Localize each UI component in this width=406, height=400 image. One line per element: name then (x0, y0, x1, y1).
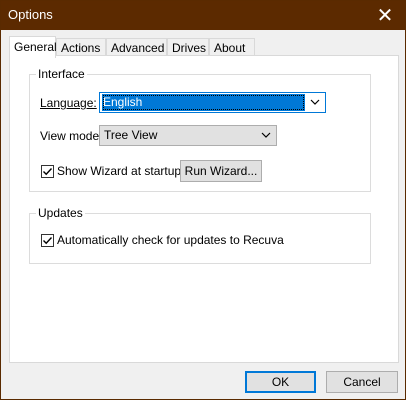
tab-actions[interactable]: Actions (56, 38, 106, 56)
ok-button[interactable]: OK (245, 371, 316, 393)
close-button[interactable]: ✕ (365, 1, 405, 30)
options-dialog: Options ✕ General Actions Advanced Drive… (0, 0, 406, 400)
updates-group-label: Updates (36, 206, 85, 220)
close-icon: ✕ (376, 4, 394, 27)
language-select[interactable]: English (99, 92, 326, 113)
language-label: Language: (40, 96, 97, 110)
updates-group: Updates Automatically check for updates … (29, 206, 371, 264)
auto-update-label[interactable]: Automatically check for updates to Recuv… (57, 233, 284, 247)
chevron-down-icon (310, 99, 320, 105)
language-select-value: English (102, 94, 305, 111)
chevron-down-icon (261, 132, 271, 138)
view-mode-select[interactable]: Tree View (99, 125, 277, 146)
tab-drives[interactable]: Drives (167, 38, 209, 56)
general-panel: Interface Language: English View mode Tr… (9, 55, 399, 363)
view-mode-label: View mode (40, 129, 100, 143)
language-label-text: Language: (40, 96, 97, 110)
checkmark-icon (43, 237, 53, 245)
view-mode-select-value: Tree View (104, 128, 158, 142)
window-title: Options (8, 7, 53, 22)
show-wizard-label[interactable]: Show Wizard at startup (57, 164, 181, 178)
interface-group: Interface Language: English View mode Tr… (29, 67, 371, 192)
cancel-button[interactable]: Cancel (326, 371, 398, 393)
run-wizard-button[interactable]: Run Wizard... (180, 160, 262, 182)
interface-group-label: Interface (36, 67, 87, 81)
tab-about[interactable]: About (209, 38, 255, 56)
tab-advanced[interactable]: Advanced (106, 38, 167, 56)
title-bar: Options ✕ (1, 1, 405, 30)
auto-update-checkbox[interactable] (41, 234, 54, 247)
tab-general[interactable]: General (9, 36, 57, 58)
show-wizard-checkbox[interactable] (41, 165, 54, 178)
checkmark-icon (43, 168, 53, 176)
